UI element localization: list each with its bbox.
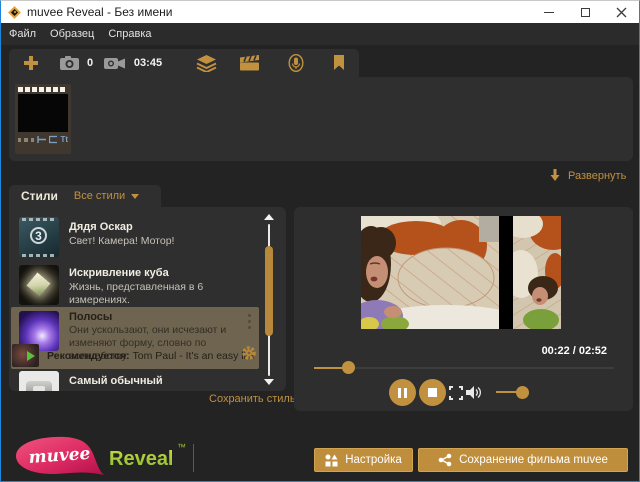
plus-icon <box>23 55 39 71</box>
speaker-icon <box>466 385 483 400</box>
style-thumbnail <box>19 371 59 391</box>
style-description: Жизнь, представленная в 6 измерениях. <box>69 281 260 307</box>
text-tool-icon[interactable]: Tt <box>60 136 68 144</box>
clips-tool-button[interactable] <box>237 49 261 77</box>
videos-indicator <box>101 49 127 77</box>
style-name: Искривление куба <box>69 267 169 279</box>
titlebar: muvee Reveal - Без имени <box>1 1 639 23</box>
footer-divider <box>193 444 194 472</box>
caption-icon[interactable] <box>49 135 57 144</box>
app-logo-icon <box>8 6 21 19</box>
gear-icon <box>241 345 257 361</box>
seek-handle[interactable] <box>342 361 355 374</box>
style-description: Свет! Камера! Мотор! <box>69 235 174 248</box>
menu-sample[interactable]: Образец <box>50 28 104 40</box>
pause-button[interactable] <box>389 379 416 406</box>
save-movie-button[interactable]: Сохранение фильма muvee <box>418 448 628 472</box>
fullscreen-icon <box>449 386 453 390</box>
photo-count: 0 <box>83 49 97 77</box>
menu-file[interactable]: Файл <box>9 28 46 40</box>
stop-button[interactable] <box>419 379 446 406</box>
maximize-icon <box>581 8 590 17</box>
minimize-button[interactable] <box>531 1 567 23</box>
film-sprockets-top <box>15 84 71 92</box>
add-media-button[interactable] <box>21 49 41 77</box>
fullscreen-button[interactable] <box>449 386 463 400</box>
styles-title: Стили <box>21 189 58 203</box>
settings-button-label: Настройка <box>345 454 402 466</box>
close-button[interactable] <box>603 1 639 23</box>
bookmark-tool-button[interactable] <box>329 49 349 77</box>
menubar: Файл Образец Справка <box>1 23 639 45</box>
volume-handle[interactable] <box>516 386 529 399</box>
styles-filter-label: Все стили <box>74 190 125 202</box>
camera-icon <box>59 55 80 71</box>
scroll-up-arrow[interactable] <box>264 214 274 220</box>
settings-button[interactable]: Настройка <box>314 448 413 472</box>
media-toolbar: 0 03:45 <box>9 49 359 77</box>
video-frame-right <box>513 216 561 329</box>
menu-help[interactable]: Справка <box>108 28 161 40</box>
share-icon <box>438 453 452 467</box>
bookmark-icon <box>333 55 345 71</box>
window-title: muvee Reveal - Без имени <box>27 5 172 19</box>
styles-tool-button[interactable] <box>194 49 218 77</box>
storyboard-panel: Tt <box>9 77 633 161</box>
chevron-down-icon <box>131 194 139 199</box>
expand-arrow-icon <box>549 169 561 182</box>
app-window: muvee Reveal - Без имени Файл Образец Сп… <box>0 0 640 482</box>
music-preview-thumbnail[interactable] <box>12 344 39 367</box>
style-options-menu[interactable] <box>248 314 251 329</box>
layers-icon <box>196 55 217 72</box>
film-frame <box>18 94 68 132</box>
close-icon <box>616 7 627 18</box>
trim-icon[interactable] <box>37 135 46 144</box>
minimize-icon <box>544 12 554 13</box>
stop-icon <box>428 388 437 397</box>
seek-bar[interactable] <box>314 367 614 369</box>
video-preview[interactable] <box>361 216 561 329</box>
save-movie-button-label: Сохранение фильма muvee <box>459 454 608 466</box>
style-item-oscar[interactable]: 3 Дядя Оскар Свет! Камера! Мотор! <box>9 213 260 261</box>
window-controls <box>531 1 639 23</box>
scroll-down-arrow[interactable] <box>264 379 274 385</box>
save-style-link[interactable]: Сохранить стиль <box>209 393 296 405</box>
expand-link[interactable]: Развернуть <box>549 169 626 182</box>
expand-label: Развернуть <box>568 170 626 182</box>
styles-header: Стили Все стили <box>9 185 161 207</box>
frame-divider <box>499 216 513 329</box>
volume-button[interactable] <box>466 385 483 405</box>
play-icon <box>27 351 35 361</box>
brand-logo: muvee Reveal ™ <box>9 432 199 482</box>
microphone-icon <box>288 54 304 72</box>
camcorder-icon <box>103 55 126 71</box>
photos-indicator <box>57 49 81 77</box>
pause-icon <box>398 388 401 398</box>
styles-filter-dropdown[interactable]: Все стили <box>74 190 139 202</box>
customize-shapes-icon <box>325 454 338 467</box>
logo-reveal-text: Reveal <box>109 448 174 470</box>
style-name: Самый обычный <box>69 375 163 387</box>
style-name: Дядя Оскар <box>69 221 133 233</box>
video-duration: 03:45 <box>127 49 169 77</box>
clip-thumbnail[interactable]: Tt <box>15 84 71 154</box>
style-item-cube[interactable]: Искривление куба Жизнь, представленная в… <box>9 263 260 307</box>
preview-panel: 00:22 / 02:52 <box>294 207 633 411</box>
style-thumbnail: 3 <box>19 217 59 257</box>
voiceover-tool-button[interactable] <box>285 49 307 77</box>
video-frame-left <box>361 216 499 329</box>
clip-edit-icons: Tt <box>15 132 71 144</box>
playback-time: 00:22 / 02:52 <box>542 345 607 357</box>
clapperboard-icon <box>240 55 259 71</box>
scrollbar-thumb[interactable] <box>265 246 273 336</box>
styles-list: 3 Дядя Оскар Свет! Камера! Мотор! Искрив… <box>9 207 286 391</box>
style-name: Полосы <box>69 311 112 323</box>
maximize-button[interactable] <box>567 1 603 23</box>
style-item-plain[interactable]: Самый обычный <box>9 371 260 391</box>
style-thumbnail <box>19 265 59 305</box>
style-item-stripes-selected[interactable]: Полосы Они ускользают, они исчезают и из… <box>11 307 259 369</box>
style-settings-button[interactable] <box>241 345 257 366</box>
recommended-track: Рекомендуется: Tom Paul - It's an easy l… <box>47 350 255 362</box>
logo-tm: ™ <box>177 442 186 452</box>
